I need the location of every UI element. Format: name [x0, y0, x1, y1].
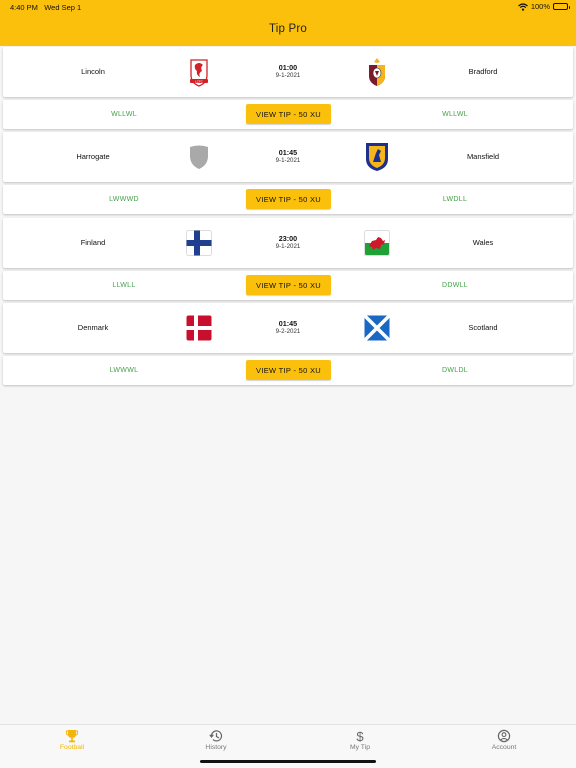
kickoff-date: 9-1-2021 — [275, 243, 301, 250]
status-date: Wed Sep 1 — [44, 3, 82, 12]
away-team-name: Scotland — [468, 323, 498, 332]
tab-label: My Tip — [349, 744, 370, 751]
tip-row: LWWWL VIEW TIP - 50 XU DWLDL — [3, 356, 573, 385]
away-form: LWDLL — [442, 196, 468, 203]
match-card[interactable]: Denmark 01:45 9-2-2021 Scotland — [3, 303, 573, 353]
tab-account[interactable]: Account — [459, 729, 549, 751]
view-tip-button[interactable]: VIEW TIP - 50 XU — [246, 104, 331, 124]
home-form: LWWWD — [109, 196, 139, 203]
kickoff-date: 9-1-2021 — [275, 72, 301, 79]
tab-label: Football — [59, 744, 85, 751]
scotland-flag-icon — [362, 313, 392, 343]
kickoff-time: 01:45 — [278, 319, 298, 328]
tab-my-tip[interactable]: $ My Tip — [315, 729, 405, 751]
page-title: Tip Pro — [268, 23, 308, 35]
kickoff-time: 01:00 — [278, 63, 298, 72]
kickoff-date: 9-2-2021 — [275, 328, 301, 335]
status-clock: 4:40 PM — [10, 3, 38, 12]
match-card[interactable]: Lincoln LCFC 01:00 9-1-2021 Bradford — [3, 47, 573, 97]
denmark-flag-icon — [184, 313, 214, 343]
kickoff-date: 9-1-2021 — [275, 157, 301, 164]
home-indicator[interactable] — [200, 760, 376, 763]
tab-label: Account — [491, 744, 517, 751]
home-form: LWWWL — [109, 367, 139, 374]
dollar-icon: $ — [356, 729, 364, 743]
finland-flag-icon — [184, 228, 214, 258]
away-form: DDWLL — [441, 282, 468, 289]
status-time: 4:40 PM Wed Sep 1 — [10, 3, 81, 12]
battery-icon — [553, 3, 570, 10]
home-team-name: Finland — [80, 238, 106, 247]
home-form: LLWLL — [112, 282, 136, 289]
away-form: WLLWL — [442, 111, 468, 118]
kickoff-time: 23:00 — [278, 234, 298, 243]
view-tip-button[interactable]: VIEW TIP - 50 XU — [246, 360, 331, 380]
history-icon — [209, 730, 223, 742]
app-header: 4:40 PM Wed Sep 1 100% Tip Pro — [0, 0, 576, 46]
lincoln-crest-icon: LCFC — [184, 57, 214, 87]
away-team-name: Bradford — [468, 67, 498, 76]
away-team-name: Mansfield — [466, 152, 500, 161]
status-indicators: 100% — [517, 2, 570, 11]
kickoff-info: 01:00 9-1-2021 — [238, 64, 338, 80]
tip-row: LWWWD VIEW TIP - 50 XU LWDLL — [3, 185, 573, 214]
wales-flag-icon — [362, 228, 392, 258]
kickoff-info: 01:45 9-2-2021 — [238, 320, 338, 336]
home-team-name: Lincoln — [81, 67, 105, 76]
trophy-icon — [66, 730, 78, 743]
view-tip-button[interactable]: VIEW TIP - 50 XU — [246, 189, 331, 209]
match-card[interactable]: Finland 23:00 9-1-2021 Wales — [3, 218, 573, 268]
home-team-name: Harrogate — [76, 152, 110, 161]
status-bar: 4:40 PM Wed Sep 1 100% — [0, 0, 576, 14]
tip-row: LLWLL VIEW TIP - 50 XU DDWLL — [3, 271, 573, 300]
tab-label: History — [205, 744, 227, 751]
home-team-name: Denmark — [77, 323, 109, 332]
kickoff-info: 23:00 9-1-2021 — [238, 235, 338, 251]
match-card[interactable]: Harrogate 01:45 9-1-2021 Mansfield — [3, 132, 573, 182]
away-form: DWLDL — [441, 367, 468, 374]
svg-text:LCFC: LCFC — [195, 79, 204, 83]
view-tip-button[interactable]: VIEW TIP - 50 XU — [246, 275, 331, 295]
tip-row: WLLWL VIEW TIP - 50 XU WLLWL — [3, 100, 573, 129]
kickoff-time: 01:45 — [278, 148, 298, 157]
battery-percent: 100% — [530, 2, 550, 11]
bradford-crest-icon — [362, 57, 392, 87]
placeholder-shield-icon — [184, 142, 214, 172]
kickoff-info: 01:45 9-1-2021 — [238, 149, 338, 165]
account-icon — [497, 729, 511, 743]
wifi-icon — [517, 2, 528, 11]
home-form: WLLWL — [111, 111, 137, 118]
mansfield-crest-icon — [362, 142, 392, 172]
tab-history[interactable]: History — [171, 729, 261, 751]
svg-text:$: $ — [356, 729, 364, 743]
tab-football[interactable]: Football — [27, 729, 117, 751]
away-team-name: Wales — [472, 238, 494, 247]
